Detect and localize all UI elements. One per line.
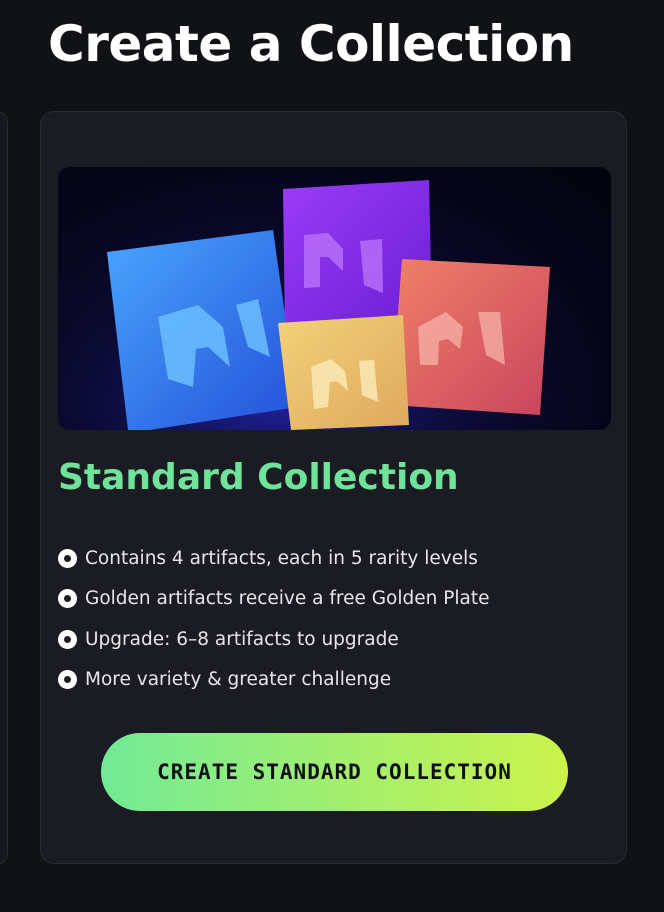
card-title: Standard Collection <box>58 457 459 498</box>
red-artifact-icon <box>391 259 550 415</box>
previous-collection-card[interactable] <box>0 111 8 865</box>
standard-collection-card: Standard Collection Contains 4 artifacts… <box>40 111 627 864</box>
page-title: Create a Collection <box>48 15 574 73</box>
create-collection-page: Create a Collection Standard Collection … <box>0 0 664 912</box>
list-item: Golden artifacts receive a free Golden P… <box>58 579 490 620</box>
bullet-icon <box>58 670 77 690</box>
bullet-icon <box>58 589 77 609</box>
bullet-icon <box>58 548 77 568</box>
feature-text: More variety & greater challenge <box>85 669 392 691</box>
feature-text: Upgrade: 6–8 artifacts to upgrade <box>85 628 399 650</box>
collection-hero-image <box>58 167 611 430</box>
feature-text: Golden artifacts receive a free Golden P… <box>85 588 490 610</box>
feature-list: Contains 4 artifacts, each in 5 rarity l… <box>58 538 490 700</box>
gold-artifact-icon <box>278 315 409 430</box>
list-item: Contains 4 artifacts, each in 5 rarity l… <box>58 538 490 579</box>
bullet-icon <box>58 629 77 649</box>
feature-text: Contains 4 artifacts, each in 5 rarity l… <box>85 547 478 569</box>
list-item: More variety & greater challenge <box>58 660 490 701</box>
blue-artifact-icon <box>107 230 298 430</box>
list-item: Upgrade: 6–8 artifacts to upgrade <box>58 619 490 660</box>
create-standard-collection-button[interactable]: CREATE STANDARD COLLECTION <box>101 733 568 811</box>
